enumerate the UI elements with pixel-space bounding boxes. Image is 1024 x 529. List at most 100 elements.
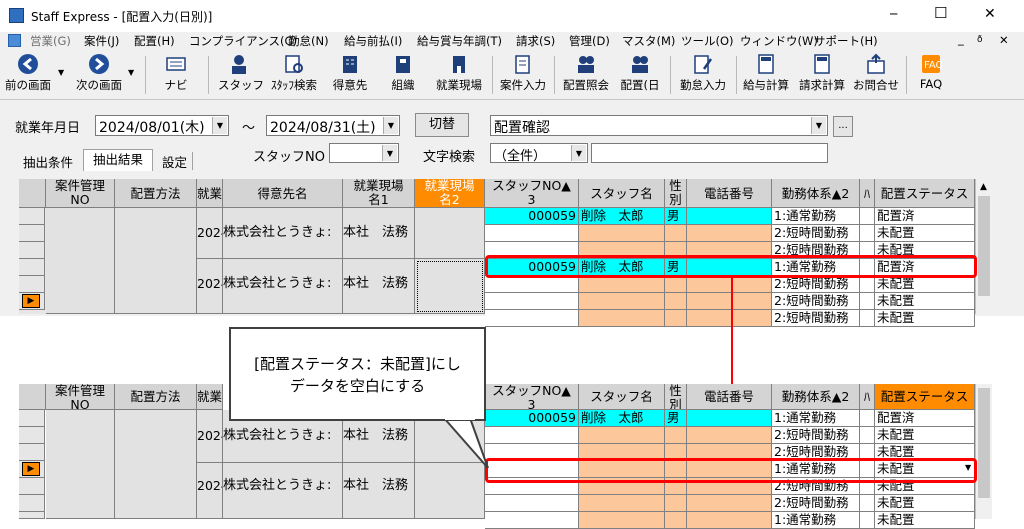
row-header[interactable] [19,512,45,519]
date-to-field[interactable]: 2024/08/31(土) ▼ [266,115,400,136]
tab-chushutsu-kekka[interactable]: 抽出結果 [83,149,153,171]
status-cell[interactable]: 未配置 [875,225,975,242]
maximize-button[interactable]: ☐ [934,4,947,22]
kinmu-cell[interactable]: 2:短時間勤務 [772,495,860,512]
chevron-down-icon[interactable]: ▼ [811,117,826,134]
staff-no-cell[interactable] [485,225,579,242]
menu-kyuyo-shoyo[interactable]: 給与賞与年調(T) [417,33,502,49]
shugyo-cell[interactable]: 2024 [197,463,223,519]
minimize-button[interactable]: ─ [890,7,897,21]
kinmu-cell[interactable]: 2:短時間勤務 [772,310,860,327]
more-button[interactable]: ... [833,116,853,137]
menu-eigyo[interactable]: 営業(G) [30,33,71,49]
staff-name-cell[interactable] [579,512,665,529]
haichi-hoho-cell[interactable] [115,208,197,314]
status-cell[interactable]: 未配置 [875,276,975,293]
chevron-down-icon[interactable]: ▼ [212,117,227,134]
kinmu-cell[interactable]: 2:短時間勤務 [772,293,860,310]
tel-cell[interactable] [687,208,772,225]
h-cell[interactable] [860,410,875,427]
staff-no-cell[interactable] [485,310,579,327]
status-cell[interactable]: 未配置 [875,293,975,310]
menu-kyuyo-maebarai[interactable]: 給与前払(I) [344,33,402,49]
h-cell[interactable] [860,225,875,242]
chevron-down-icon[interactable]: ▼ [571,145,586,161]
h-cell[interactable] [860,310,875,327]
sex-cell[interactable] [665,512,687,529]
status-cell[interactable]: 未配置 [875,310,975,327]
status-cell[interactable]: 未配置 [875,495,975,512]
tel-cell[interactable] [687,427,772,444]
h-cell[interactable] [860,276,875,293]
staff-name-cell[interactable]: 削除 太郎 [579,410,665,427]
chevron-down-icon[interactable]: ▼ [383,117,398,134]
staff-no-select[interactable]: ▼ [329,143,399,163]
shugyo-cell[interactable]: 2024 [197,208,223,259]
haichi-shokai-button[interactable]: 配置照会 [560,53,612,97]
seikyu-keisan-button[interactable]: 請求計算 [796,53,848,97]
tokuisaki-button[interactable]: 得意先 [330,53,370,97]
forward-button[interactable]: 次の画面 [74,53,124,97]
toggle-button[interactable]: 切替 [415,113,469,137]
tab-settei[interactable]: 設定 [157,152,193,170]
scroll-thumb[interactable] [978,388,990,498]
menu-seikyu[interactable]: 請求(S) [516,33,555,49]
kinmu-cell[interactable]: 1:通常勤務 [772,410,860,427]
scroll-up-icon[interactable]: ▲ [980,182,987,192]
staff-name-cell[interactable] [579,427,665,444]
staff-name-cell[interactable]: 削除 太郎 [579,208,665,225]
soshiki-button[interactable]: 組織 [386,53,420,97]
row-header[interactable] [19,495,45,512]
genba1-cell[interactable]: 本社 法務 [343,259,415,314]
staff-name-cell[interactable] [579,225,665,242]
h-cell[interactable] [860,495,875,512]
tel-cell[interactable] [687,495,772,512]
date-from-field[interactable]: 2024/08/01(木) ▼ [95,115,229,136]
kintai-nyuryoku-button[interactable]: 勤怠入力 [676,53,730,97]
kinmu-cell[interactable]: 2:短時間勤務 [772,427,860,444]
scroll-thumb[interactable] [978,196,990,296]
status-cell[interactable]: 配置済 [875,410,975,427]
shugyo-cell[interactable]: 2024 [197,410,223,463]
row-header[interactable] [19,208,45,225]
navi-button[interactable]: ナビ [155,53,197,97]
sex-cell[interactable] [665,276,687,293]
sex-cell[interactable]: 男 [665,208,687,225]
row-header[interactable] [19,427,45,444]
kyuyo-keisan-button[interactable]: 給与計算 [740,53,792,97]
anken-nyuryoku-button[interactable]: 案件入力 [497,53,549,97]
back-button[interactable]: 前の画面 [3,53,53,97]
scrollbar-vertical[interactable] [975,384,992,519]
row-header[interactable] [19,242,45,259]
genba1-cell[interactable]: 本社 法務 [343,208,415,259]
genba1-cell[interactable]: 本社 法務 [343,463,415,519]
staff-name-cell[interactable] [579,495,665,512]
mdi-close-button[interactable]: ✕ [999,33,1009,47]
row-header[interactable] [19,276,45,293]
mdi-minimize-button[interactable]: _ [958,32,964,46]
staff-no-cell[interactable]: 000059 [485,208,579,225]
haichi-nichi-button[interactable]: 配置(日 [617,53,663,97]
otoiawase-button[interactable]: お問合せ [852,53,900,97]
faq-button[interactable]: FAQ FAQ [912,53,950,97]
text-search-mode-select[interactable]: （全件） ▼ [490,143,588,163]
staff-no-cell[interactable] [485,293,579,310]
mode-select[interactable]: 配置確認 ▼ [490,115,828,136]
sex-cell[interactable]: 男 [665,410,687,427]
h-cell[interactable] [860,512,875,529]
kinmu-cell[interactable]: 1:通常勤務 [772,208,860,225]
row-header-selected[interactable]: ▶ [19,293,45,310]
sex-cell[interactable] [665,310,687,327]
tab-chushutsu-joken[interactable]: 抽出条件 [15,152,81,170]
row-header[interactable] [19,478,45,495]
status-cell[interactable]: 配置済 [875,208,975,225]
genba2-cell[interactable] [415,208,485,259]
tokuisaki-cell[interactable]: 株式会社とうきょ: [223,259,343,314]
row-header[interactable] [19,444,45,461]
staff-name-cell[interactable] [579,293,665,310]
tel-cell[interactable] [687,512,772,529]
tokuisaki-cell[interactable]: 株式会社とうきょ: [223,208,343,259]
row-header[interactable] [19,225,45,242]
menu-anken[interactable]: 案件(J) [84,33,119,49]
genba2-cell-focused[interactable] [415,259,485,314]
